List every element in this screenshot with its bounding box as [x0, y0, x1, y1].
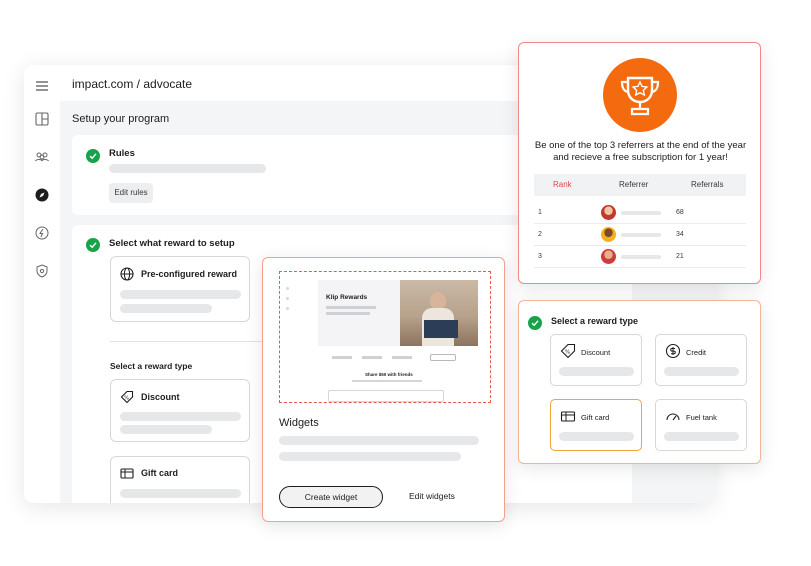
avatar — [601, 205, 616, 220]
placeholder-line — [664, 432, 739, 441]
rules-title: Rules — [109, 148, 135, 159]
placeholder-line — [120, 412, 241, 421]
rank-cell: 2 — [538, 231, 542, 238]
placeholder-line — [120, 489, 241, 498]
placeholder-line — [279, 452, 461, 461]
leaderboard-header: Rank Referrer Referrals — [534, 174, 746, 196]
reward-setup-title: Select what reward to setup — [109, 238, 235, 249]
reward-type-title: Select a reward type — [551, 316, 639, 326]
gift-card-label: Gift card — [581, 413, 610, 422]
gift-card-option[interactable]: Gift card — [550, 399, 642, 451]
stat — [362, 356, 382, 359]
preconfigured-label: Pre-configured reward — [141, 269, 238, 279]
reward-type-panel: Select a reward type % Discount Credit G… — [518, 300, 761, 464]
create-widget-button[interactable]: Create widget — [279, 486, 383, 508]
layout-icon[interactable] — [34, 111, 50, 127]
referrals-cell: 68 — [676, 209, 684, 216]
fuel-tank-label: Fuel tank — [686, 413, 717, 422]
compass-icon[interactable] — [34, 187, 50, 203]
preconfigured-reward-option[interactable]: Pre-configured reward — [110, 256, 250, 322]
link-field — [328, 390, 444, 402]
dot — [286, 307, 289, 310]
hero-photo — [400, 280, 478, 346]
table-row: 1 68 — [534, 202, 746, 224]
placeholder-line — [621, 255, 661, 259]
trophy-icon — [603, 58, 677, 132]
widgets-panel: Klip Rewards Share $50 with friends Widg… — [262, 257, 505, 522]
discount-option[interactable]: % Discount — [110, 379, 250, 442]
edit-rules-button[interactable]: Edit rules — [109, 183, 153, 203]
stat — [392, 356, 412, 359]
mini-button — [430, 354, 456, 361]
leaderboard-panel: Be one of the top 3 referrers at the end… — [518, 42, 761, 284]
edit-widgets-link[interactable]: Edit widgets — [409, 491, 455, 501]
discount-label: Discount — [581, 348, 611, 357]
placeholder-line — [352, 380, 422, 382]
svg-text:%: % — [565, 350, 570, 356]
check-icon — [86, 238, 100, 252]
share-text: Share $50 with friends — [365, 372, 413, 377]
dot — [286, 297, 289, 300]
hero-block: Klip Rewards — [318, 280, 478, 346]
gift-card-icon — [120, 466, 134, 480]
credit-label: Credit — [686, 348, 707, 357]
check-icon — [528, 316, 542, 330]
sidebar-rail — [24, 65, 60, 503]
gift-card-icon — [560, 408, 576, 424]
placeholder-line — [621, 211, 661, 215]
placeholder-line — [621, 233, 661, 237]
placeholder-line — [559, 367, 634, 376]
dot — [286, 287, 289, 290]
brand-name: Klip Rewards — [326, 294, 368, 301]
rank-cell: 1 — [538, 209, 542, 216]
rewards-icon[interactable] — [34, 225, 50, 241]
globe-icon — [120, 267, 134, 281]
discount-option[interactable]: % Discount — [550, 334, 642, 386]
check-icon — [86, 149, 100, 163]
rank-cell: 3 — [538, 253, 542, 260]
reward-type-label: Select a reward type — [110, 361, 193, 371]
table-row: 3 21 — [534, 246, 746, 268]
col-referrals: Referrals — [691, 180, 724, 189]
app-title: impact.com / advocate — [72, 77, 193, 91]
placeholder-line — [120, 425, 212, 434]
promo-text: Be one of the top 3 referrers at the end… — [534, 140, 747, 163]
placeholder-line — [664, 367, 739, 376]
discount-tag-icon: % — [120, 390, 134, 404]
credit-option[interactable]: Credit — [655, 334, 747, 386]
placeholder-line — [109, 164, 266, 173]
col-rank: Rank — [553, 180, 572, 189]
placeholder-line — [326, 306, 376, 309]
svg-text:%: % — [124, 396, 129, 402]
referrals-cell: 34 — [676, 231, 684, 238]
gauge-icon — [665, 408, 681, 424]
menu-icon[interactable] — [34, 78, 50, 94]
widgets-title: Widgets — [279, 417, 319, 429]
placeholder-line — [120, 290, 241, 299]
gift-card-label: Gift card — [141, 468, 179, 478]
discount-tag-icon: % — [560, 343, 576, 359]
users-icon[interactable] — [34, 149, 50, 165]
discount-label: Discount — [141, 392, 180, 402]
gift-card-option[interactable]: Gift card — [110, 456, 250, 503]
placeholder-line — [120, 304, 212, 313]
credit-icon — [665, 343, 681, 359]
placeholder-line — [279, 436, 479, 445]
page-title: Setup your program — [72, 113, 170, 125]
widget-preview[interactable]: Klip Rewards Share $50 with friends — [279, 271, 491, 403]
avatar — [601, 249, 616, 264]
avatar — [601, 227, 616, 242]
shield-icon[interactable] — [34, 263, 50, 279]
fuel-tank-option[interactable]: Fuel tank — [655, 399, 747, 451]
col-referrer: Referrer — [619, 180, 649, 189]
laptop — [424, 320, 458, 338]
table-row: 2 34 — [534, 224, 746, 246]
referrals-cell: 21 — [676, 253, 684, 260]
placeholder-line — [559, 432, 634, 441]
stat — [332, 356, 352, 359]
placeholder-line — [326, 312, 370, 315]
